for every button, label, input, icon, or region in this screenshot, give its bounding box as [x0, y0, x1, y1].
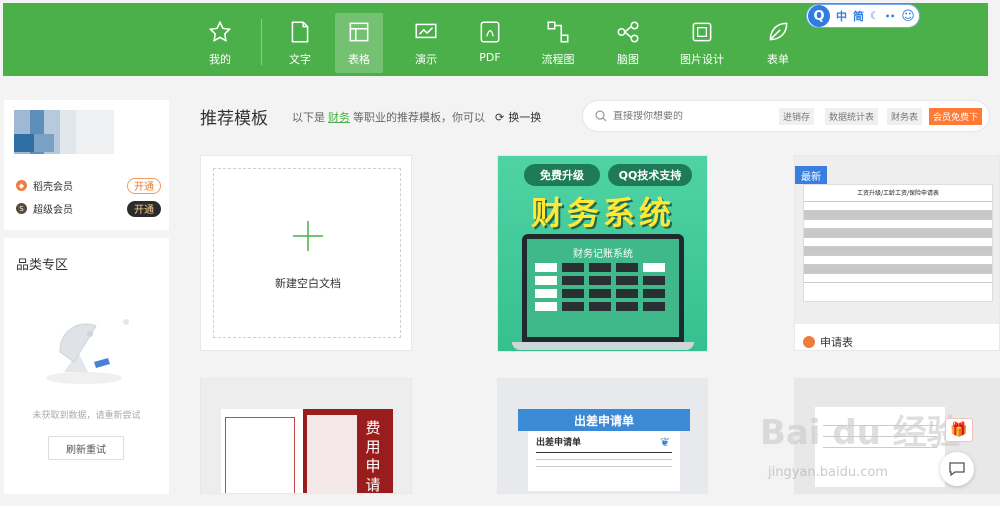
ime-toolbar[interactable]: Q 中 简 ☾ •• ☺	[806, 4, 920, 28]
super-vip-icon: S	[16, 203, 27, 214]
nav-item-image-design[interactable]: 图片设计	[677, 13, 727, 73]
mindmap-icon	[617, 21, 639, 43]
dots-icon[interactable]: ••	[885, 12, 895, 21]
table-icon	[349, 22, 369, 42]
member-row-docer: ◆ 稻壳会员 开通	[16, 177, 161, 194]
search-input[interactable]	[613, 110, 773, 122]
qq-support-pill: QQ技术支持	[608, 164, 692, 186]
member-row-super: S 超级会员 开通	[16, 200, 161, 217]
new-doc-dropzone[interactable]: 新建空白文档	[213, 168, 401, 338]
free-upgrade-pill: 免费升级	[524, 164, 600, 186]
presentation-icon	[415, 23, 437, 39]
nav-item-form[interactable]: 表单	[757, 13, 799, 73]
satellite-dish-illustration	[46, 319, 129, 384]
docer-icon	[803, 336, 815, 348]
template-card-finance-system[interactable]: 免费升级 QQ技术支持 财务系统 财务记账系统	[497, 155, 708, 352]
search-tag-stats[interactable]: 数据统计表	[825, 108, 879, 125]
chat-icon	[949, 462, 965, 476]
search-box[interactable]: 进销存 数据统计表 财务表 会员免费下	[582, 100, 990, 132]
nav-item-sheet[interactable]: 表格	[335, 13, 383, 73]
profile-card: ◆ 稻壳会员 开通 S 超级会员 开通	[4, 100, 169, 230]
nav-item-flowchart[interactable]: 流程图	[533, 13, 583, 73]
new-doc-label: 新建空白文档	[275, 277, 341, 290]
ime-mode-simplified[interactable]: 简	[853, 8, 864, 24]
screen-button-grid	[535, 263, 665, 311]
plus-icon	[293, 221, 323, 251]
smiley-icon[interactable]: ☺	[901, 9, 915, 24]
document-icon	[291, 21, 309, 43]
search-icon	[595, 110, 607, 122]
image-design-icon	[692, 22, 712, 42]
page-title: 推荐模板	[200, 109, 268, 129]
pdf-icon	[480, 21, 500, 43]
watermark-logo: Bai du 经验	[760, 413, 961, 453]
template-card-travel[interactable]: 出差申请单 出差申请单 ❦	[497, 378, 708, 494]
super-open-button[interactable]: 开通	[127, 200, 161, 217]
nav-item-mine[interactable]: 我的	[199, 13, 241, 73]
ime-mode-cn[interactable]: 中	[836, 8, 847, 24]
search-tag-finance[interactable]: 财务表	[887, 108, 923, 125]
template-card-application[interactable]: 最新 工资升级/工龄工资/保险申请表 申请表	[794, 155, 1000, 351]
application-form-preview: 工资升级/工龄工资/保险申请表	[803, 184, 993, 302]
nav-item-pdf[interactable]: PDF	[469, 13, 511, 73]
new-badge: 最新	[795, 166, 827, 184]
category-title: 品类专区	[16, 258, 69, 273]
moon-icon[interactable]: ☾	[870, 11, 879, 22]
application-card-label: 申请表	[803, 334, 853, 350]
chat-button[interactable]	[940, 452, 974, 486]
watermark-url: jingyan.baidu.com	[768, 465, 888, 480]
nav-item-presentation[interactable]: 演示	[405, 13, 447, 73]
empty-state-text: 未获取到数据，请重新尝试	[32, 411, 141, 421]
laptop-screen: 财务记账系统	[527, 239, 679, 337]
new-blank-doc-card[interactable]: 新建空白文档	[200, 155, 412, 351]
laptop-illustration: 财务记账系统	[522, 234, 684, 342]
form-leaf-icon	[769, 22, 788, 41]
nav-item-writer[interactable]: 文字	[279, 13, 321, 73]
travel-form-header: 出差申请单	[518, 409, 690, 431]
gift-icon[interactable]: 🎁	[945, 418, 973, 442]
screen-title: 财务记账系统	[573, 249, 633, 260]
docer-open-button[interactable]: 开通	[127, 177, 161, 194]
leaf-logo-icon: ❦	[659, 435, 670, 449]
nav-item-mindmap[interactable]: 脑图	[607, 13, 649, 73]
nav-separator	[261, 19, 262, 65]
ime-logo: Q	[808, 5, 830, 27]
retry-button[interactable]: 刷新重试	[48, 436, 124, 460]
profession-link[interactable]: 财务	[328, 109, 350, 125]
docer-vip-icon: ◆	[16, 180, 27, 191]
template-card-expense[interactable]: 费用申请	[200, 378, 412, 494]
star-icon	[208, 20, 232, 42]
search-tag-inventory[interactable]: 进销存	[779, 108, 815, 125]
avatar-blur	[14, 134, 54, 152]
expense-cover-text: 费用申请	[365, 419, 381, 494]
flowchart-icon	[547, 21, 569, 43]
laptop-base	[512, 342, 694, 350]
refresh-button[interactable]: ⟳ 换一换	[495, 109, 541, 125]
vip-free-tag[interactable]: 会员免费下	[929, 108, 983, 125]
category-panel: 品类专区 未获取到数据，请重新尝试 刷新重试	[4, 238, 169, 494]
recommend-subtitle: 以下是 财务 等职业的推荐模板，你可以 ⟳ 换一换	[292, 109, 542, 125]
travel-form-preview: 出差申请单 ❦	[528, 431, 680, 491]
finance-system-title: 财务系统	[530, 194, 675, 232]
refresh-icon: ⟳	[495, 110, 505, 124]
